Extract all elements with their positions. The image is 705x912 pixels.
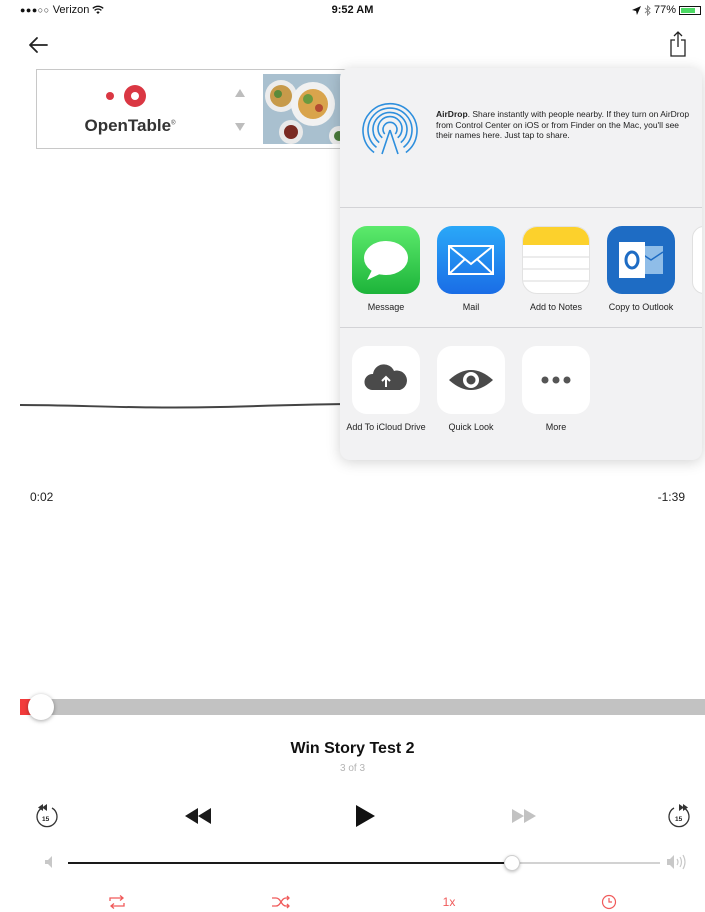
quick-look-label: Quick Look bbox=[448, 422, 494, 432]
share-message-label: Message bbox=[367, 302, 405, 312]
scrubber-knob[interactable] bbox=[28, 694, 54, 720]
repeat-icon bbox=[109, 895, 125, 909]
back-arrow-icon[interactable] bbox=[26, 33, 50, 57]
skip-back-15-button[interactable]: 15 bbox=[34, 802, 60, 830]
volume-max-icon bbox=[667, 854, 686, 870]
battery-icon bbox=[679, 5, 701, 15]
envelope-icon bbox=[437, 226, 505, 294]
battery-percent: 77% bbox=[653, 4, 676, 16]
airdrop-section[interactable]: AirDrop. Share instantly with people nea… bbox=[340, 68, 702, 208]
waveform-line bbox=[20, 403, 350, 409]
status-bar: ●●●○○ Verizon 9:52 AM 77% bbox=[0, 0, 705, 22]
notes-icon bbox=[522, 226, 590, 294]
rewind-button[interactable] bbox=[185, 808, 211, 824]
airdrop-body: . Share instantly with people nearby. If… bbox=[436, 109, 690, 140]
partial-next-app-tile[interactable] bbox=[692, 226, 702, 294]
icloud-drive-label: Add To iCloud Drive bbox=[346, 422, 426, 432]
elapsed-time: 0:02 bbox=[30, 490, 54, 504]
sleep-timer-button[interactable] bbox=[596, 893, 622, 911]
skip-forward-15-button[interactable]: 15 bbox=[666, 802, 692, 830]
share-actions-row: Add To iCloud Drive Quick Look More bbox=[340, 328, 702, 460]
share-mail-label: Mail bbox=[462, 302, 480, 312]
share-icon[interactable] bbox=[668, 30, 688, 58]
share-mail-button[interactable]: Mail bbox=[429, 226, 513, 312]
icloud-upload-icon bbox=[352, 346, 420, 414]
ad-scroll-arrows-icon[interactable] bbox=[233, 80, 247, 140]
more-dots-icon bbox=[522, 346, 590, 414]
location-arrow-icon bbox=[631, 5, 641, 15]
repeat-button[interactable] bbox=[104, 893, 130, 911]
volume-slider[interactable] bbox=[68, 855, 660, 871]
airdrop-title: AirDrop bbox=[436, 109, 468, 119]
play-icon bbox=[356, 805, 375, 827]
volume-min-icon bbox=[45, 856, 52, 868]
skip-forward-label: 15 bbox=[675, 816, 683, 823]
brand-name: OpenTable® bbox=[84, 116, 176, 135]
share-outlook-button[interactable]: Copy to Outlook bbox=[599, 226, 683, 312]
airdrop-icon[interactable] bbox=[354, 94, 426, 166]
share-sheet: AirDrop. Share instantly with people nea… bbox=[340, 68, 702, 460]
more-button[interactable]: More bbox=[514, 346, 598, 432]
skip-back-label: 15 bbox=[42, 816, 50, 823]
status-time: 9:52 AM bbox=[331, 4, 374, 16]
message-bubble-icon bbox=[352, 226, 420, 294]
airdrop-description: AirDrop. Share instantly with people nea… bbox=[436, 109, 694, 141]
share-notes-label: Add to Notes bbox=[529, 302, 583, 312]
volume-level bbox=[68, 862, 512, 864]
bluetooth-icon bbox=[644, 4, 651, 16]
shuffle-button[interactable] bbox=[268, 893, 294, 911]
quick-look-button[interactable]: Quick Look bbox=[429, 346, 513, 432]
fast-forward-button[interactable] bbox=[512, 809, 536, 823]
share-message-button[interactable]: Message bbox=[344, 226, 428, 312]
share-outlook-label: Copy to Outlook bbox=[608, 302, 674, 312]
rewind-icon bbox=[185, 808, 211, 824]
shuffle-icon bbox=[272, 895, 290, 909]
volume-knob[interactable] bbox=[504, 855, 520, 871]
opentable-logo: OpenTable® bbox=[37, 70, 227, 148]
playback-scrubber[interactable] bbox=[20, 694, 705, 720]
fast-forward-icon bbox=[512, 809, 536, 823]
food-plates-image bbox=[263, 74, 347, 144]
icloud-drive-button[interactable]: Add To iCloud Drive bbox=[344, 346, 428, 432]
ad-banner[interactable]: OpenTable® bbox=[36, 69, 348, 149]
opentable-mark-icon bbox=[106, 85, 146, 107]
playback-speed-button[interactable]: 1x bbox=[436, 893, 462, 911]
more-label: More bbox=[545, 422, 567, 432]
remaining-time: -1:39 bbox=[657, 490, 685, 504]
clock-icon bbox=[601, 894, 617, 910]
play-button[interactable] bbox=[354, 804, 376, 828]
share-apps-row: Message Mail Add to Notes Copy to Outloo… bbox=[340, 208, 702, 328]
eye-icon bbox=[437, 346, 505, 414]
track-position: 3 of 3 bbox=[339, 763, 366, 774]
food-photo bbox=[263, 74, 347, 144]
share-notes-button[interactable]: Add to Notes bbox=[514, 226, 598, 312]
track-title: Win Story Test 2 bbox=[290, 740, 415, 757]
outlook-icon bbox=[607, 226, 675, 294]
status-right: 77% bbox=[631, 4, 701, 16]
